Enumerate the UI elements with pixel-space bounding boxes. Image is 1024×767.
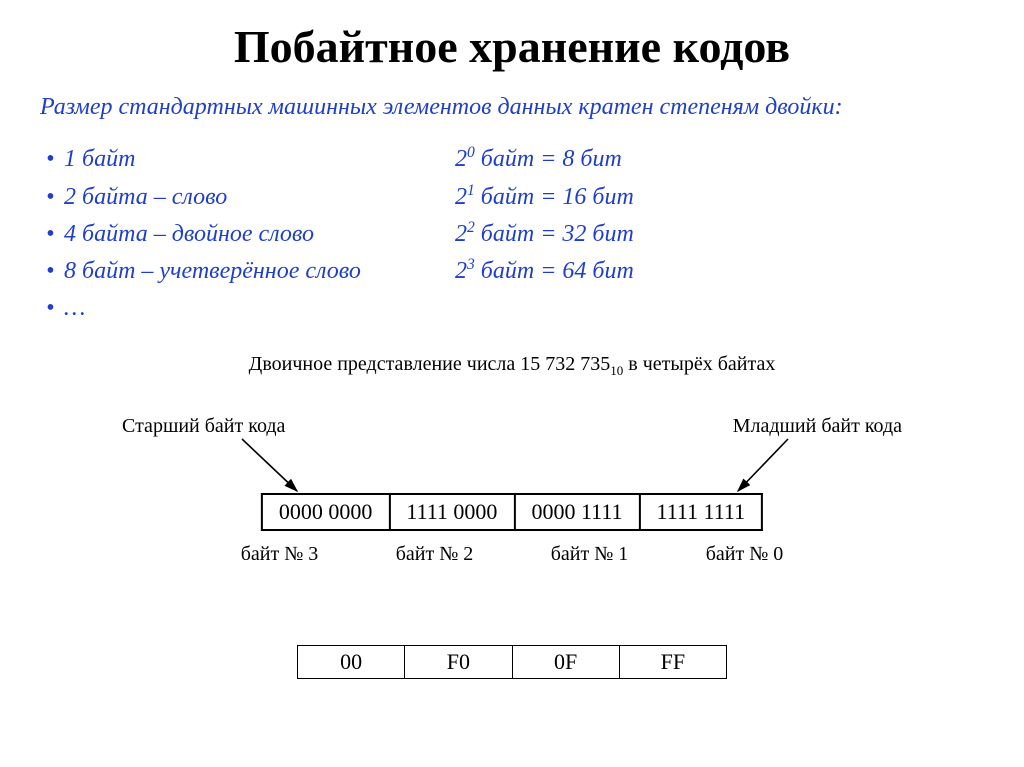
byte-num-3: байт № 3 <box>202 537 357 566</box>
hex-cell-2: F0 <box>405 646 512 679</box>
post-2: байт = 16 бит <box>475 184 634 210</box>
diagram-caption: Двоичное представление числа 15 732 7351… <box>40 353 984 379</box>
bullet-2: 2 байта – слово <box>40 179 455 216</box>
bullet-1: 1 байт <box>40 141 455 178</box>
caption-post: в четырёх байтах <box>623 353 775 375</box>
binary-cell-1: 0000 1111 <box>514 494 639 530</box>
hex-cell-1: 0F <box>512 646 619 679</box>
byte-index-row: байт № 3 байт № 2 байт № 1 байт № 0 <box>202 537 822 566</box>
page-title: Побайтное хранение кодов <box>40 20 984 73</box>
caption-sub: 10 <box>610 363 623 378</box>
base-2: 2 <box>455 184 467 210</box>
base-4: 2 <box>455 258 467 284</box>
post-3: байт = 32 бит <box>475 221 634 247</box>
left-col: 1 байт 2 байта – слово 4 байта – двойное… <box>40 141 455 327</box>
bullet-4: 8 байт – учетверённое слово <box>40 253 455 290</box>
sup-4: 3 <box>467 256 475 273</box>
sup-3: 2 <box>467 219 475 236</box>
byte-num-0: байт № 0 <box>667 537 822 566</box>
bullet-dots: … <box>40 290 455 327</box>
binary-cell-2: 1111 0000 <box>389 494 514 530</box>
post-4: байт = 64 бит <box>475 258 634 284</box>
byte-diagram: Старший байт кода Младший байт кода 0000… <box>182 415 842 605</box>
hex-table: 00 F0 0F FF <box>297 645 727 679</box>
binary-cell-0: 1111 1111 <box>640 494 763 530</box>
bullet-columns: 1 байт 2 байта – слово 4 байта – двойное… <box>40 141 984 327</box>
hex-cell-0: FF <box>619 646 726 679</box>
power-row-1: 20 байт = 8 бит <box>455 141 984 178</box>
caption-pre: Двоичное представление числа 15 732 735 <box>249 353 611 375</box>
binary-table: 0000 0000 1111 0000 0000 1111 1111 1111 <box>261 493 763 531</box>
bullet-3: 4 байта – двойное слово <box>40 216 455 253</box>
power-row-3: 22 байт = 32 бит <box>455 216 984 253</box>
byte-num-1: байт № 1 <box>512 537 667 566</box>
power-row-4: 23 байт = 64 бит <box>455 253 984 290</box>
byte-num-2: байт № 2 <box>357 537 512 566</box>
label-lsb: Младший байт кода <box>733 415 902 438</box>
intro-text: Размер стандартных машинных элементов да… <box>40 91 984 123</box>
sup-2: 1 <box>467 182 475 199</box>
sup-1: 0 <box>467 144 475 161</box>
base-3: 2 <box>455 221 467 247</box>
binary-cell-3: 0000 0000 <box>262 494 390 530</box>
base-1: 2 <box>455 146 467 172</box>
label-msb: Старший байт кода <box>122 415 285 438</box>
post-1: байт = 8 бит <box>475 146 622 172</box>
right-col: 20 байт = 8 бит 21 байт = 16 бит 22 байт… <box>455 141 984 327</box>
power-row-2: 21 байт = 16 бит <box>455 179 984 216</box>
hex-cell-3: 00 <box>298 646 405 679</box>
